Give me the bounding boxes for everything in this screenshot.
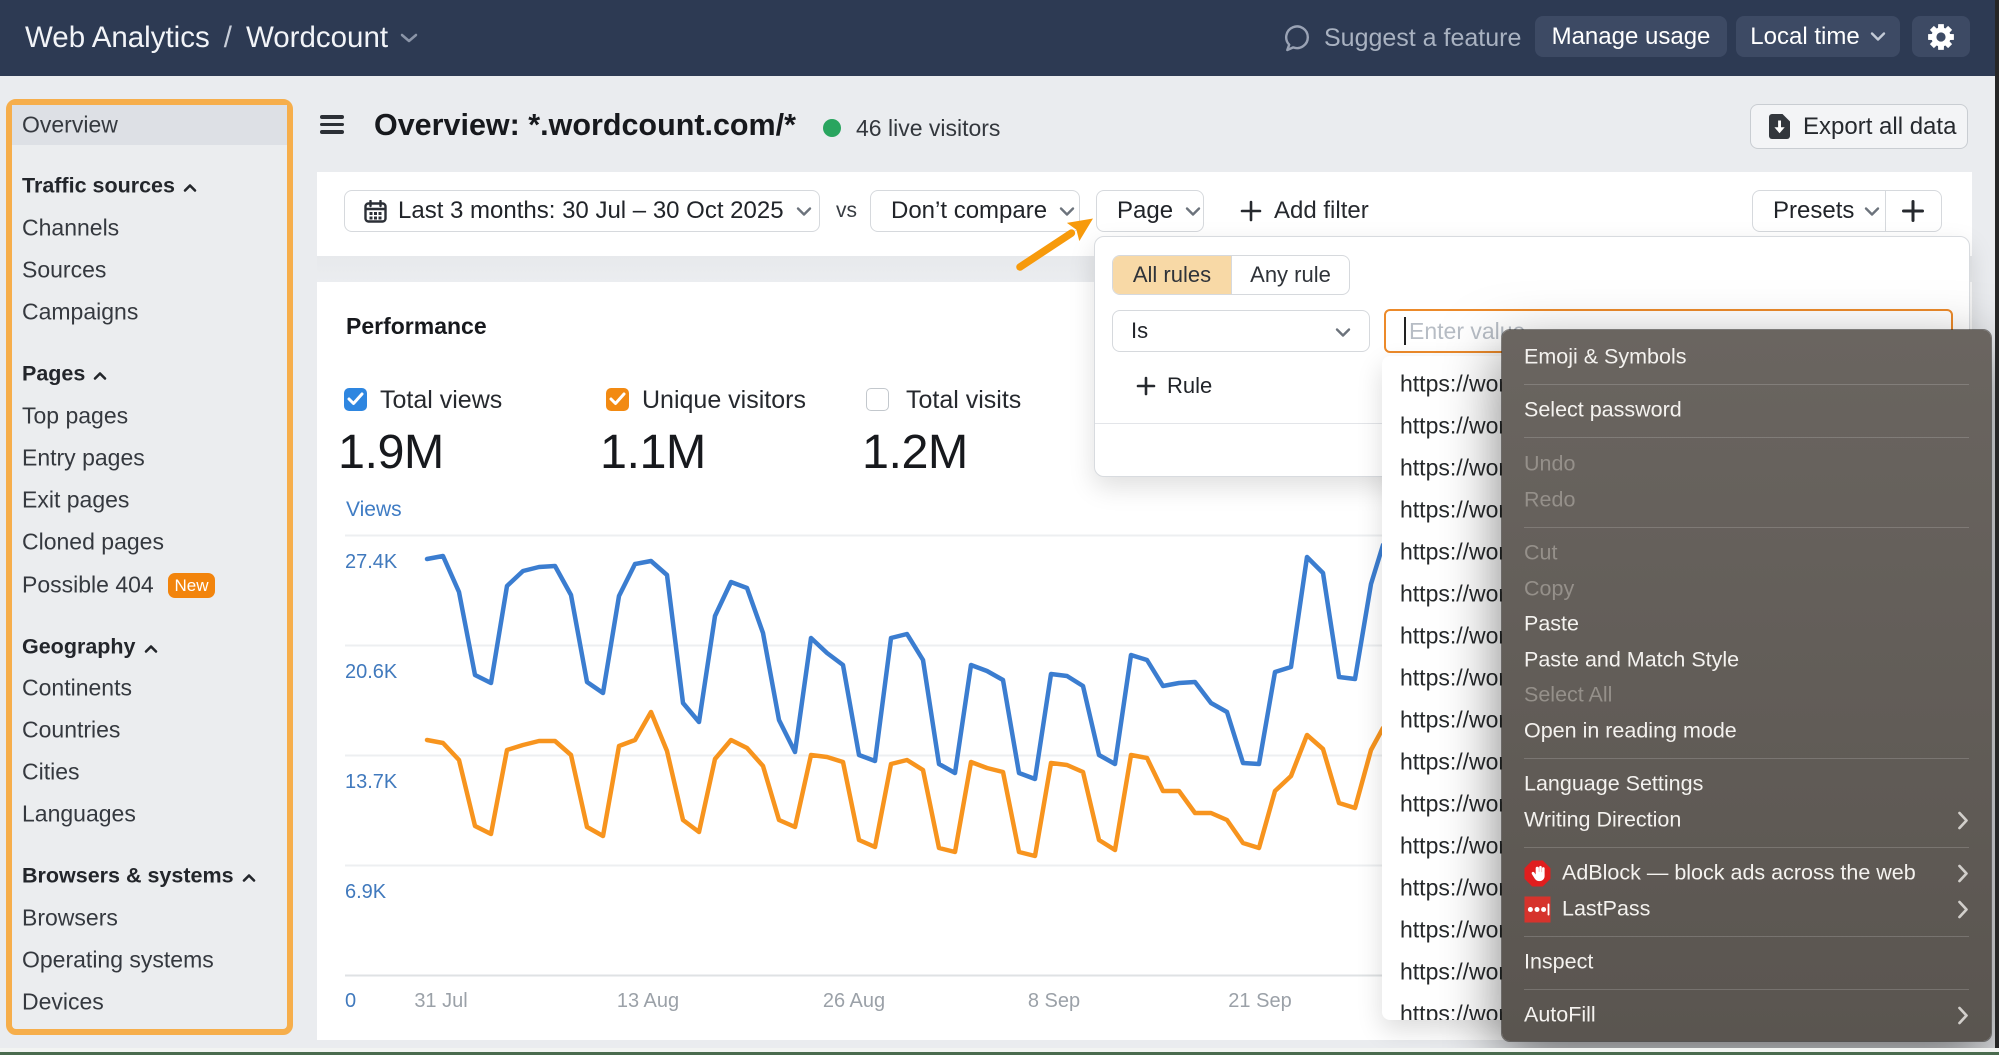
svg-text:0: 0 — [345, 990, 356, 1012]
svg-text:Views: Views — [346, 498, 402, 521]
svg-text:8 Sep: 8 Sep — [1028, 990, 1080, 1012]
svg-text:20.6K: 20.6K — [345, 661, 398, 683]
svg-text:13.7K: 13.7K — [345, 771, 398, 793]
svg-text:31 Jul: 31 Jul — [414, 990, 467, 1012]
svg-text:21 Sep: 21 Sep — [1228, 990, 1291, 1012]
svg-text:26 Aug: 26 Aug — [823, 990, 885, 1012]
svg-text:27.4K: 27.4K — [345, 551, 398, 573]
svg-text:13 Aug: 13 Aug — [617, 990, 679, 1012]
svg-text:6.9K: 6.9K — [345, 881, 387, 903]
